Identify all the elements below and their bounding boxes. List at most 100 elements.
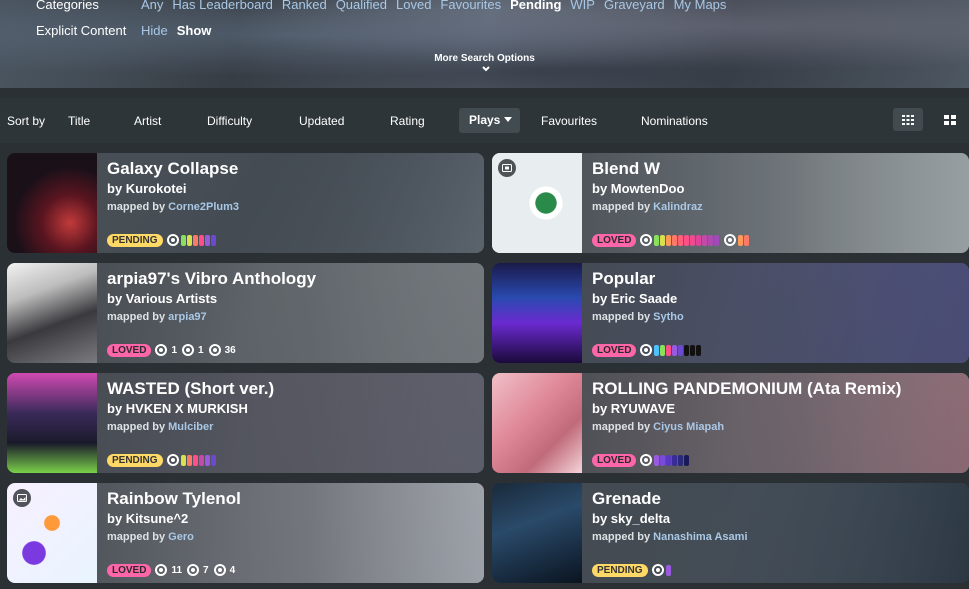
explicit-label: Explicit Content — [36, 23, 127, 38]
beatmap-card[interactable]: Grenade by sky_delta mapped by Nanashima… — [492, 483, 969, 583]
explicit-hide[interactable]: Hide — [141, 23, 168, 38]
status-badge: PENDING — [107, 453, 163, 467]
beatmap-artist: by sky_delta — [592, 511, 671, 526]
sort-nominations[interactable]: Nominations — [641, 114, 708, 128]
difficulty-dot — [678, 454, 684, 466]
mapper-link[interactable]: Nanashima Asami — [653, 531, 747, 543]
beatmap-card[interactable]: Galaxy Collapse by Kurokotei mapped by C… — [7, 153, 484, 253]
category-ranked[interactable]: Ranked — [282, 0, 327, 12]
mapped-by-label: mapped by — [592, 201, 651, 213]
beatmap-title[interactable]: ROLLING PANDEMONIUM (Ata Remix) — [592, 379, 961, 399]
difficulty-dot — [198, 454, 204, 466]
catch-mode-icon — [213, 564, 226, 576]
difficulty-dot — [672, 344, 678, 356]
difficulty-dot — [672, 454, 678, 466]
mapped-by-label: mapped by — [592, 311, 651, 323]
difficulty-dot — [672, 234, 678, 246]
difficulty-dot — [684, 344, 690, 356]
beatmap-card[interactable]: WASTED (Short ver.) by HVKEN X MURKISH m… — [7, 373, 484, 473]
sort-rating[interactable]: Rating — [390, 114, 425, 128]
sort-updated[interactable]: Updated — [299, 114, 344, 128]
beatmap-title[interactable]: Rainbow Tylenol — [107, 489, 476, 509]
mapper-link[interactable]: Kalindraz — [653, 201, 703, 213]
beatmap-card[interactable]: arpia97's Vibro Anthology by Various Art… — [7, 263, 484, 363]
category-loved[interactable]: Loved — [396, 0, 431, 12]
category-graveyard[interactable]: Graveyard — [604, 0, 665, 12]
osu-difficulty-count: 1 — [171, 344, 178, 356]
difficulty-dot — [180, 454, 186, 466]
sort-difficulty[interactable]: Difficulty — [207, 114, 252, 128]
difficulty-dot — [210, 234, 216, 246]
difficulty-dot — [210, 454, 216, 466]
grid-view-button[interactable] — [893, 108, 923, 131]
difficulty-dot — [186, 454, 192, 466]
more-search-options-button[interactable]: More Search Options — [0, 53, 969, 64]
mania-difficulty-count: 36 — [224, 344, 236, 356]
beatmap-card[interactable]: ROLLING PANDEMONIUM (Ata Remix) by RYUWA… — [492, 373, 969, 473]
sort-favourites[interactable]: Favourites — [541, 114, 597, 128]
difficulty-dot — [678, 344, 684, 356]
beatmap-card[interactable]: Blend W by MowtenDoo mapped by Kalindraz… — [492, 153, 969, 253]
beatmap-title[interactable]: Blend W — [592, 159, 961, 179]
beatmap-cover — [7, 373, 97, 473]
caret-down-icon — [504, 117, 513, 122]
difficulty-dot — [654, 344, 660, 356]
beatmap-title[interactable]: arpia97's Vibro Anthology — [107, 269, 476, 289]
mapper-link[interactable]: Gero — [168, 531, 194, 543]
mapper-link[interactable]: Sytho — [653, 311, 684, 323]
beatmap-card[interactable]: Rainbow Tylenol by Kitsune^2 mapped by G… — [7, 483, 484, 583]
difficulty-dot — [714, 234, 720, 246]
difficulty-dot — [186, 234, 192, 246]
mapper-link[interactable]: Ciyus Miapah — [653, 421, 724, 433]
beatmap-cover — [7, 153, 97, 253]
beatmap-title[interactable]: Popular — [592, 269, 961, 289]
beatmap-card[interactable]: Popular by Eric Saade mapped by Sytho LO… — [492, 263, 969, 363]
category-qualified[interactable]: Qualified — [336, 0, 387, 12]
difficulty-dot — [180, 234, 186, 246]
category-favourites[interactable]: Favourites — [440, 0, 501, 12]
beatmap-artist: by Various Artists — [107, 291, 218, 306]
sort-plays-label: Plays — [469, 113, 501, 127]
card-view-button[interactable] — [935, 108, 965, 131]
cards-icon — [944, 114, 956, 125]
mapper-link[interactable]: Corne2Plum3 — [168, 201, 239, 213]
difficulty-dot — [684, 454, 690, 466]
category-pending[interactable]: Pending — [510, 0, 561, 12]
category-my-maps[interactable]: My Maps — [674, 0, 727, 12]
chevron-down-icon[interactable] — [480, 64, 492, 74]
mapped-by-label: mapped by — [107, 421, 166, 433]
status-badge: PENDING — [107, 233, 163, 247]
status-badge: LOVED — [107, 563, 152, 577]
sort-title[interactable]: Title — [68, 114, 90, 128]
explicit-show[interactable]: Show — [177, 23, 212, 38]
difficulty-dot — [198, 234, 204, 246]
mapper-link[interactable]: arpia97 — [168, 311, 207, 323]
category-wip[interactable]: WIP — [570, 0, 595, 12]
mapped-by-label: mapped by — [592, 421, 651, 433]
category-any[interactable]: Any — [141, 0, 163, 12]
beatmap-artist: by Eric Saade — [592, 291, 678, 306]
beatmap-artist: by MowtenDoo — [592, 181, 685, 196]
osu-mode-icon — [155, 564, 168, 576]
mapped-by-label: mapped by — [107, 311, 166, 323]
categories-label: Categories — [36, 0, 99, 12]
difficulty-dot — [708, 234, 714, 246]
explicit-filter: Explicit Content Hide Show — [36, 23, 220, 38]
beatmap-cover — [492, 483, 582, 583]
osu-difficulty-count: 11 — [171, 564, 183, 576]
difficulty-dot — [192, 454, 198, 466]
difficulty-dot — [204, 454, 210, 466]
taiko-difficulty-count: 7 — [203, 564, 209, 576]
mapper-link[interactable]: Mulciber — [168, 421, 213, 433]
difficulty-dot — [666, 234, 672, 246]
status-badge: LOVED — [592, 453, 637, 467]
sort-label: Sort by — [7, 114, 46, 128]
osu-mode-icon — [640, 234, 653, 246]
sort-plays[interactable]: Plays — [459, 108, 521, 133]
beatmap-title[interactable]: Grenade — [592, 489, 961, 509]
category-has-leaderboard[interactable]: Has Leaderboard — [172, 0, 272, 12]
sort-artist[interactable]: Artist — [134, 114, 161, 128]
beatmap-title[interactable]: Galaxy Collapse — [107, 159, 476, 179]
beatmap-title[interactable]: WASTED (Short ver.) — [107, 379, 476, 399]
difficulty-dot — [666, 344, 672, 356]
